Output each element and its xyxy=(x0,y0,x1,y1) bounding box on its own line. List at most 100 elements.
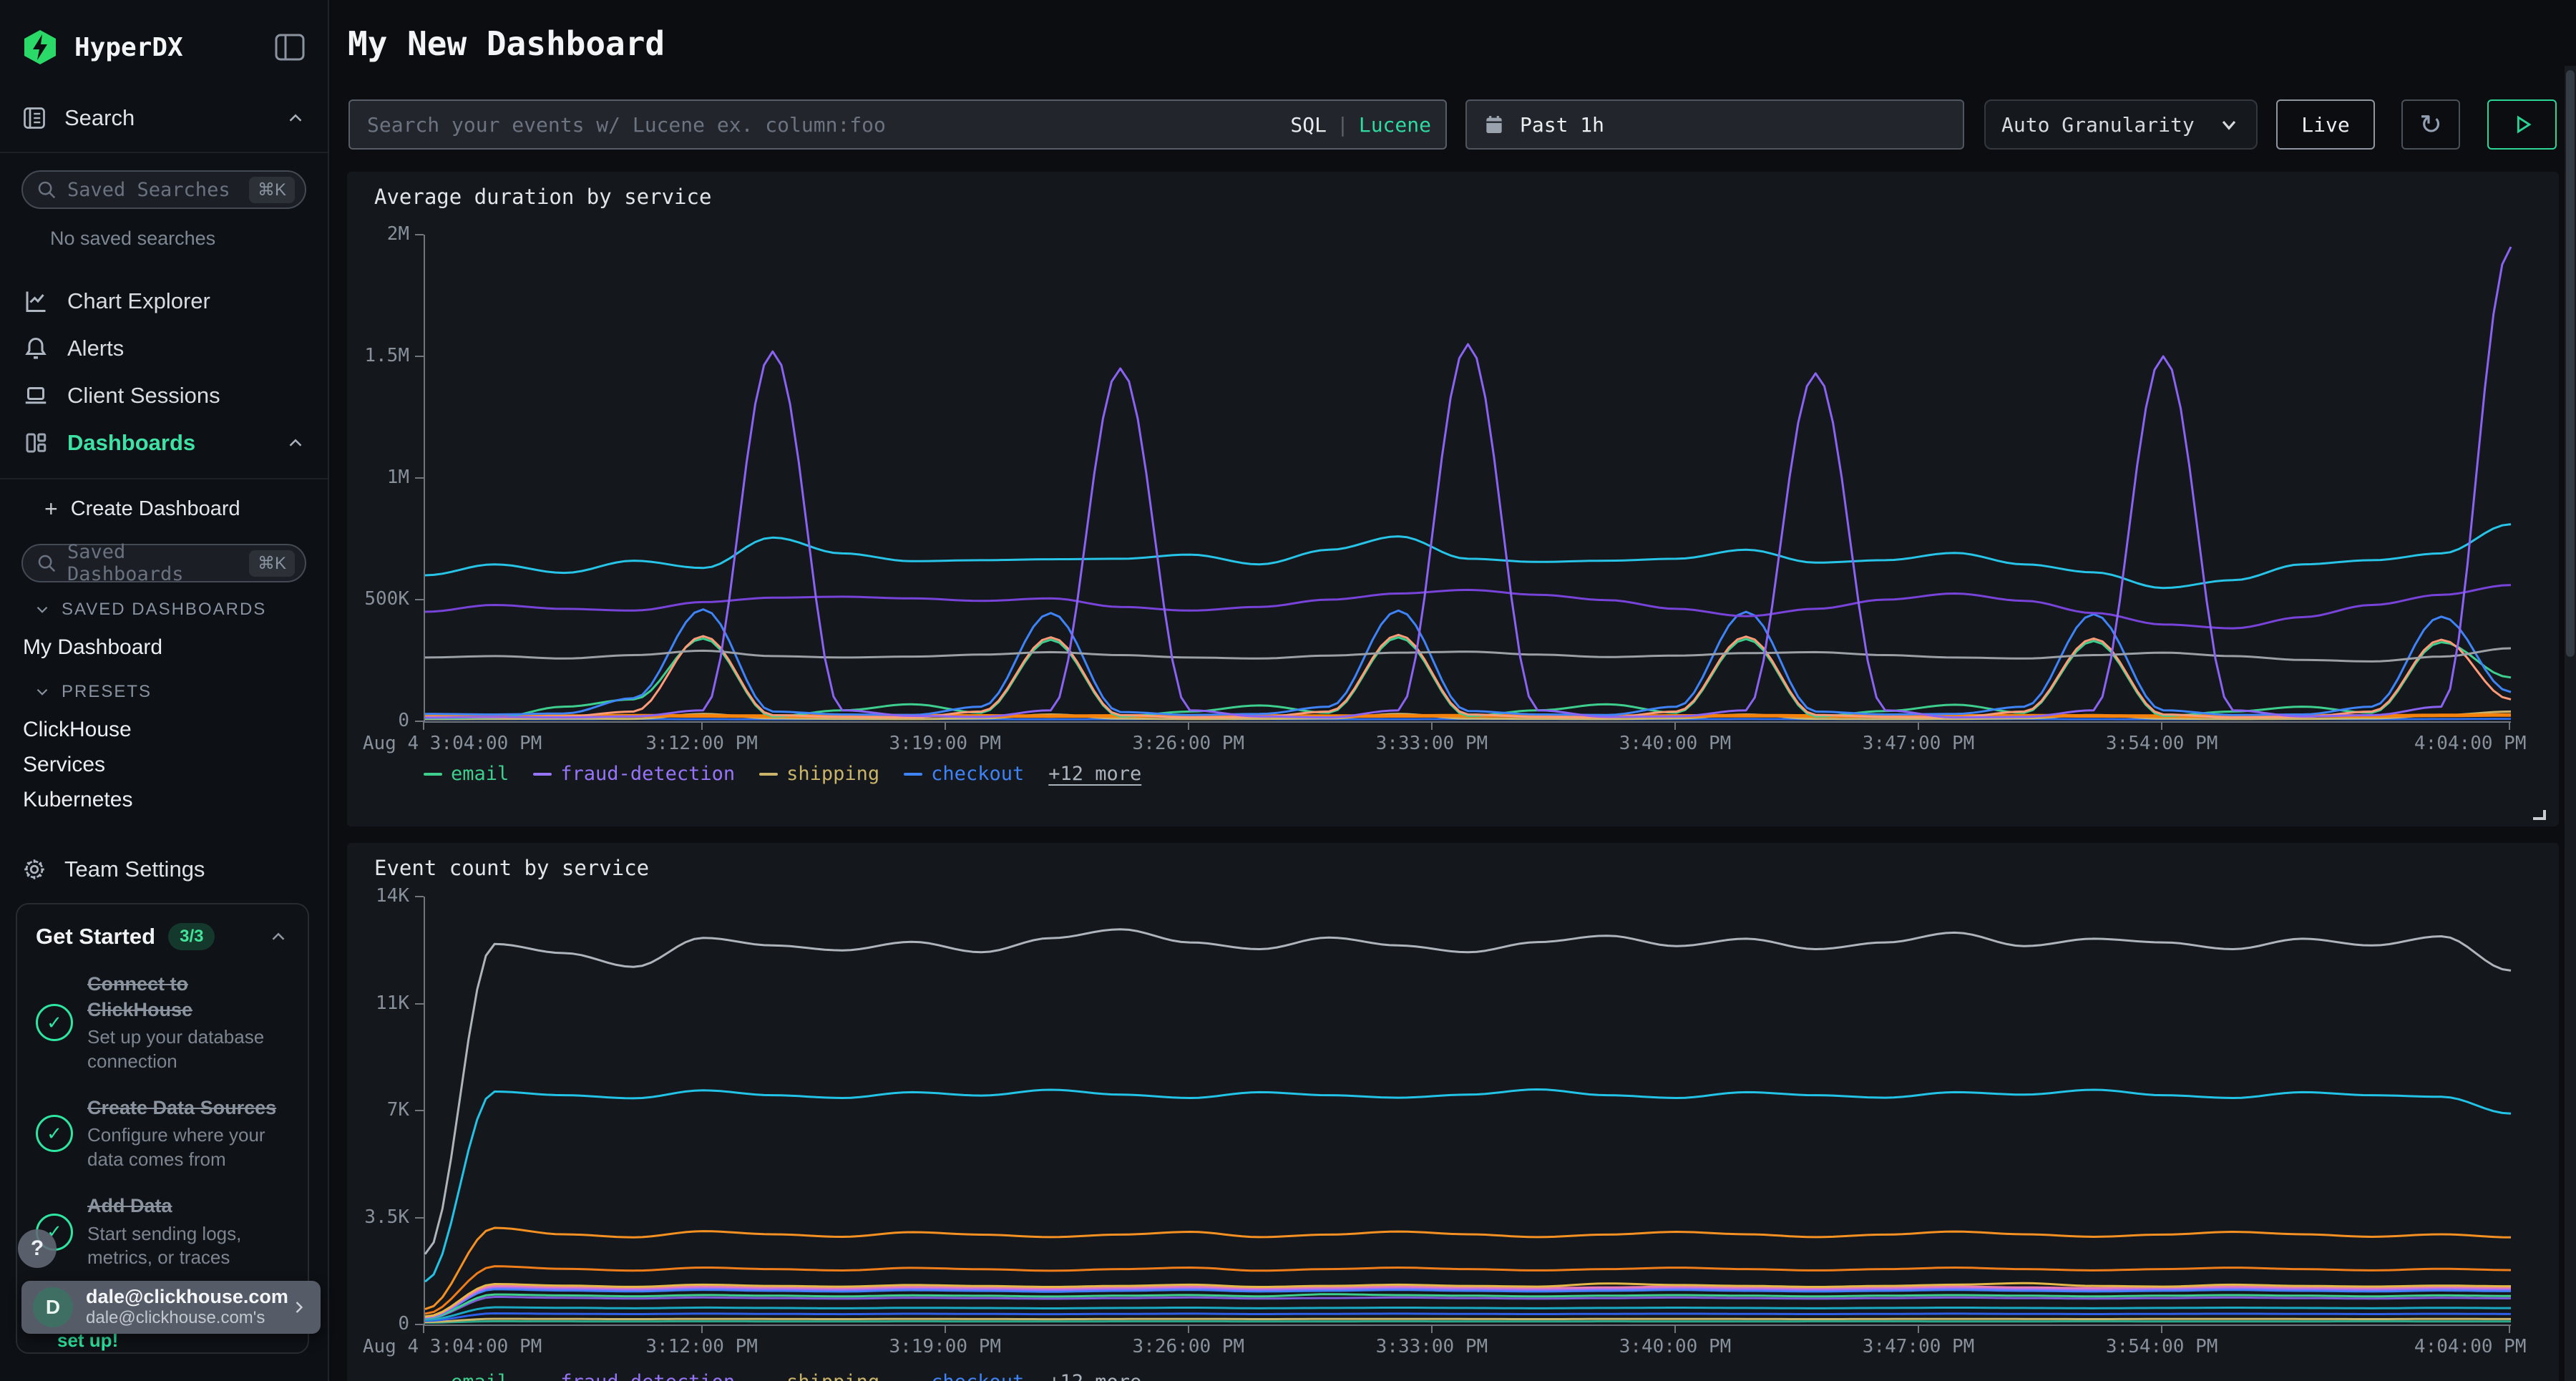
line-chart-event-count[interactable] xyxy=(424,897,2511,1326)
page-title: My New Dashboard xyxy=(348,24,665,63)
legend-item-email[interactable]: email xyxy=(424,1371,509,1381)
x-axis-tick-label: 3:47:00 PM xyxy=(1863,1336,1975,1357)
sidebar: HyperDX Search xyxy=(0,0,329,1381)
x-axis-tick-label: Aug 4 3:04:00 PM xyxy=(363,733,542,754)
collapse-sidebar-icon[interactable] xyxy=(273,32,306,62)
saved-dashboards-section[interactable]: SAVED DASHBOARDS xyxy=(0,598,328,621)
plus-icon: + xyxy=(44,496,58,522)
resize-handle-icon[interactable] xyxy=(2533,810,2546,820)
y-axis-tick-label: 0 xyxy=(347,710,409,731)
sidebar-item-my-dashboard[interactable]: My Dashboard xyxy=(0,630,328,665)
sidebar-item-client-sessions[interactable]: Client Sessions xyxy=(0,372,328,419)
sidebar-item-alerts[interactable]: Alerts xyxy=(0,325,328,372)
legend-item-checkout[interactable]: checkout xyxy=(904,763,1024,785)
search-icon xyxy=(36,552,57,574)
legend-more-link[interactable]: +12 more xyxy=(1048,1371,1141,1381)
create-dashboard-button[interactable]: + Create Dashboard xyxy=(0,489,328,528)
x-axis-tickmark xyxy=(1431,1324,1433,1333)
sidebar-item-team-settings[interactable]: Team Settings xyxy=(0,854,328,884)
x-axis-tick-label: 3:26:00 PM xyxy=(1133,1336,1245,1357)
x-axis-tick-label: 3:12:00 PM xyxy=(645,733,758,754)
sidebar-item-clickhouse[interactable]: ClickHouse xyxy=(0,712,328,747)
x-axis-tickmark xyxy=(1674,1324,1676,1333)
search-icon xyxy=(36,179,57,200)
step-desc: Set up your database connection xyxy=(87,1025,289,1074)
legend-more-link[interactable]: +12 more xyxy=(1048,763,1141,785)
events-search-box: SQL | Lucene xyxy=(348,99,1447,150)
x-axis-tick-label: 3:33:00 PM xyxy=(1376,1336,1488,1357)
chevron-up-icon[interactable] xyxy=(285,107,306,129)
get-started-step-add-data[interactable]: ✓ Add Data Start sending logs, metrics, … xyxy=(36,1194,289,1270)
granularity-select[interactable]: Auto Granularity xyxy=(1984,99,2258,150)
x-axis-tickmark xyxy=(2161,1324,2162,1333)
help-button[interactable]: ? xyxy=(18,1229,57,1268)
legend-swatch xyxy=(904,773,922,776)
lucene-mode-toggle[interactable]: Lucene xyxy=(1359,113,1431,137)
legend-label: fraud-detection xyxy=(560,763,735,785)
dashboards-icon xyxy=(23,430,49,456)
live-button[interactable]: Live xyxy=(2276,99,2375,150)
scrollbar-thumb[interactable] xyxy=(2566,70,2575,657)
user-menu[interactable]: D dale@clickhouse.com dale@clickhouse.co… xyxy=(21,1281,321,1334)
series-line xyxy=(425,585,2511,629)
saved-dashboards-input[interactable]: Saved Dashboards ⌘K xyxy=(21,544,306,582)
legend-item-email[interactable]: email xyxy=(424,763,509,785)
y-axis-tick-label: 1.5M xyxy=(347,345,409,366)
legend-item-shipping[interactable]: shipping xyxy=(759,763,879,785)
scrollbar[interactable] xyxy=(2565,66,2576,1381)
sidebar-item-dashboards[interactable]: Dashboards xyxy=(0,419,328,467)
legend-item-fraud-detection[interactable]: fraud-detection xyxy=(533,763,735,785)
x-axis-tickmark xyxy=(1431,721,1433,730)
presets-section[interactable]: PRESETS xyxy=(0,680,328,703)
legend-swatch xyxy=(424,773,442,776)
refresh-button[interactable]: ↻ xyxy=(2401,99,2460,150)
legend-item-shipping[interactable]: shipping xyxy=(759,1371,879,1381)
avatar: D xyxy=(33,1287,73,1327)
brand-name: HyperDX xyxy=(74,33,273,62)
saved-searches-placeholder: Saved Searches xyxy=(67,179,249,201)
check-circle-icon: ✓ xyxy=(36,1004,73,1041)
chevron-up-icon[interactable] xyxy=(268,926,289,947)
sidebar-item-services[interactable]: Services xyxy=(0,747,328,782)
refresh-icon: ↻ xyxy=(2419,109,2442,141)
chevron-down-icon xyxy=(33,683,52,701)
x-axis-tick-label: 3:26:00 PM xyxy=(1133,733,1245,754)
run-query-button[interactable] xyxy=(2487,99,2557,150)
saved-searches-input[interactable]: Saved Searches ⌘K xyxy=(21,170,306,209)
chevron-down-icon xyxy=(33,600,52,619)
chart-panel-event-count: Event count by service emailfraud-detect… xyxy=(347,843,2559,1381)
legend-item-checkout[interactable]: checkout xyxy=(904,1371,1024,1381)
x-axis-tickmark xyxy=(1188,721,1189,730)
events-search-input[interactable] xyxy=(367,113,1290,137)
sidebar-item-chart-explorer[interactable]: Chart Explorer xyxy=(0,278,328,325)
y-axis-tickmark xyxy=(415,1003,424,1005)
x-axis-tickmark xyxy=(423,721,424,730)
chart-legend: email fraud-detection shipping checkout +12 … xyxy=(424,763,1141,785)
x-axis-tickmark xyxy=(701,721,703,730)
shortcut-badge: ⌘K xyxy=(249,550,295,577)
legend-item-fraud-detection[interactable]: fraud-detection xyxy=(533,1371,735,1381)
sidebar-item-search[interactable]: Search xyxy=(0,103,328,133)
get-started-step-connect[interactable]: ✓ Connect to ClickHouse Set up your data… xyxy=(36,972,289,1074)
sidebar-item-kubernetes[interactable]: Kubernetes xyxy=(0,782,328,817)
y-axis-tickmark xyxy=(415,1217,424,1219)
check-circle-icon: ✓ xyxy=(36,1115,73,1152)
time-range-picker[interactable]: Past 1h xyxy=(1465,99,1964,150)
y-axis-tickmark xyxy=(415,1110,424,1111)
chevron-up-icon[interactable] xyxy=(285,432,306,454)
sql-mode-toggle[interactable]: SQL xyxy=(1290,113,1327,137)
legend-label: shipping xyxy=(786,763,879,785)
series-line xyxy=(425,1322,2511,1323)
sidebar-item-label: Chart Explorer xyxy=(67,288,306,314)
get-started-title: Get Started xyxy=(36,924,155,950)
app-root: HyperDX Search xyxy=(0,0,2576,1381)
y-axis-tick-label: 0 xyxy=(347,1313,409,1334)
line-chart-average-duration[interactable] xyxy=(424,235,2511,723)
x-axis-tickmark xyxy=(945,1324,946,1333)
play-icon xyxy=(2510,112,2534,137)
search-section-icon xyxy=(21,105,47,131)
chart-panel-average-duration: Average duration by service emailfraud-d… xyxy=(347,172,2559,826)
shortcut-badge: ⌘K xyxy=(249,177,295,203)
sidebar-item-label: Client Sessions xyxy=(67,383,306,409)
get-started-step-sources[interactable]: ✓ Create Data Sources Configure where yo… xyxy=(36,1095,289,1172)
